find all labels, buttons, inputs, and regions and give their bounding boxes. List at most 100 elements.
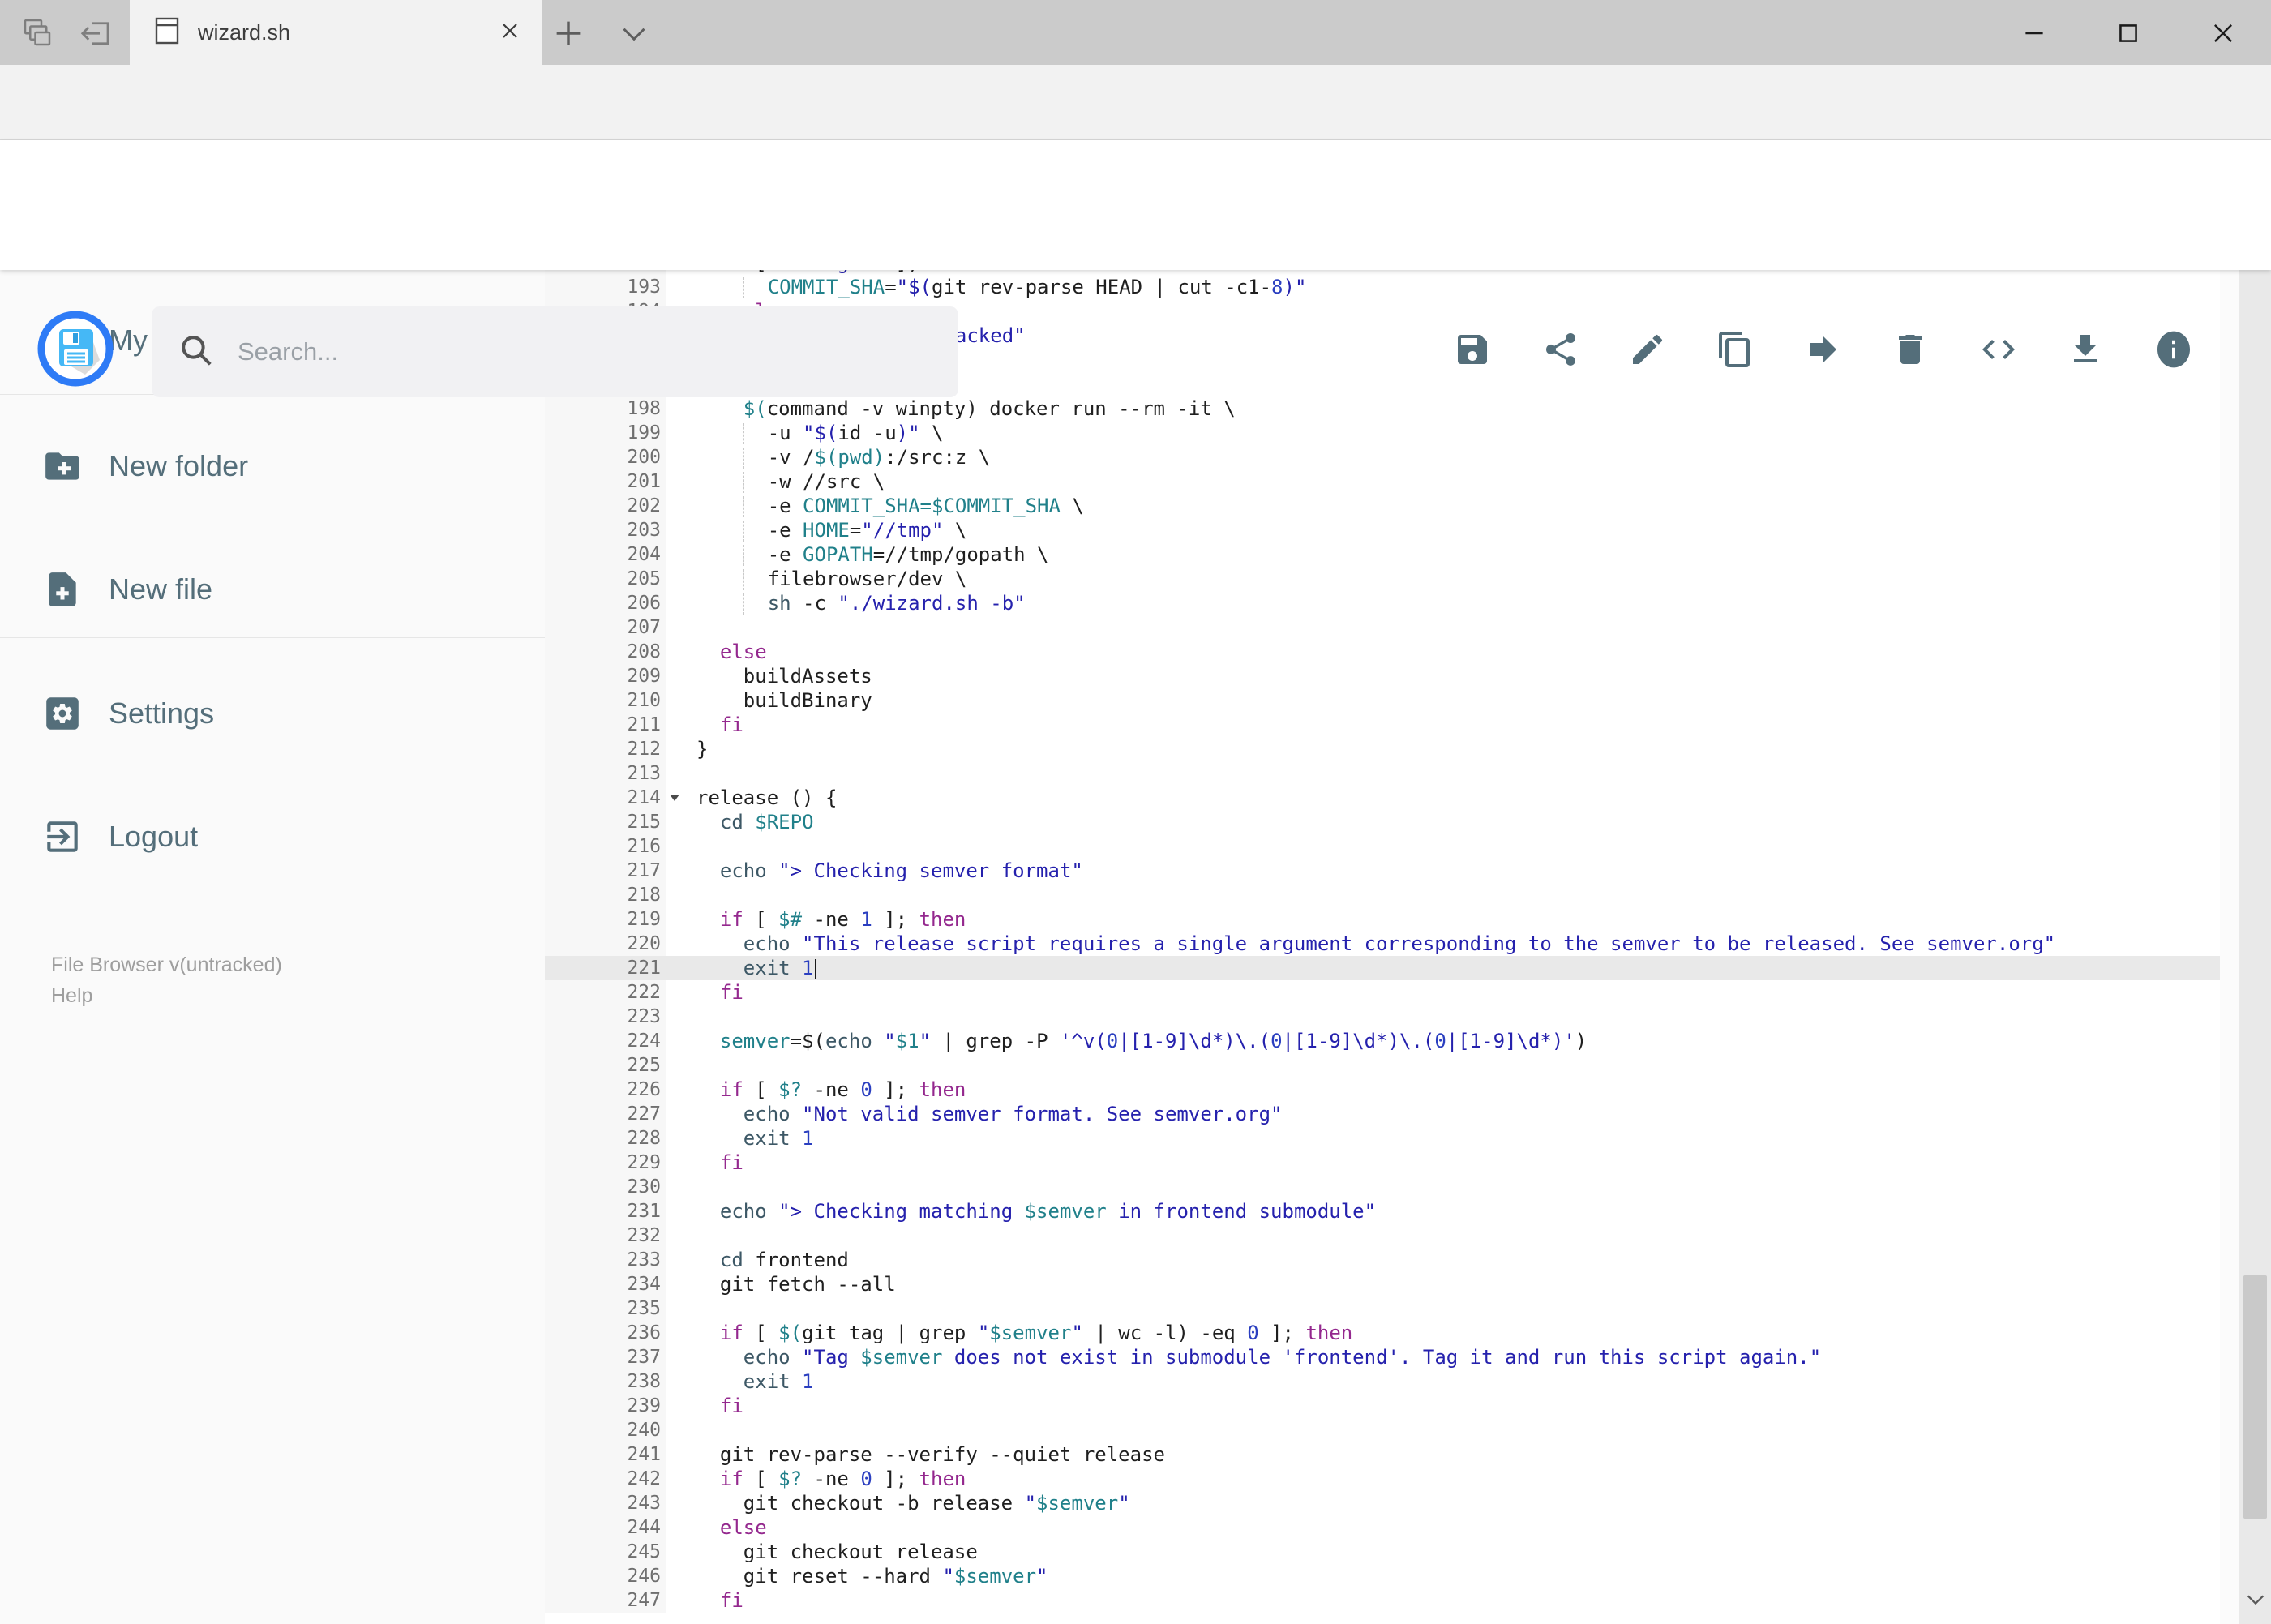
line-number: 219 (545, 907, 666, 932)
sidebar-item-new-file[interactable]: New file (0, 555, 545, 623)
sidebar-item-logout[interactable]: Logout (0, 803, 545, 871)
code-text: echo "Not valid semver format. See semve… (743, 1103, 1283, 1125)
code-line[interactable]: 223 (545, 1005, 2220, 1029)
code-line[interactable]: 208 else (545, 640, 2220, 664)
set-tabs-aside-icon[interactable] (79, 16, 112, 49)
code-line[interactable]: 229 fi (545, 1151, 2220, 1175)
code-line[interactable]: 231 echo "> Checking matching $semver in… (545, 1199, 2220, 1223)
code-line[interactable]: 221 exit 1 (545, 956, 2220, 980)
code-line[interactable]: 217 echo "> Checking semver format" (545, 859, 2220, 883)
code-line[interactable]: 213 (545, 761, 2220, 786)
code-line[interactable]: 238 exit 1 (545, 1369, 2220, 1394)
move-button[interactable] (1804, 330, 1843, 369)
code-line[interactable]: 207 (545, 615, 2220, 640)
edit-button[interactable] (1628, 330, 1667, 369)
window-minimize-button[interactable] (2006, 15, 2063, 52)
code-line[interactable]: 198 $(command -v winpty) docker run --rm… (545, 396, 2220, 421)
filebrowser-logo[interactable] (36, 310, 114, 388)
code-line[interactable]: 227 echo "Not valid semver format. See s… (545, 1102, 2220, 1126)
code-line[interactable]: 235 (545, 1296, 2220, 1321)
code-line[interactable]: 245 git checkout release (545, 1540, 2220, 1564)
code-line[interactable]: 247 fi (545, 1588, 2220, 1613)
code-text: else (719, 641, 767, 663)
code-view-button[interactable] (1979, 330, 2018, 369)
code-line[interactable]: 220 echo "This release script requires a… (545, 932, 2220, 956)
line-number: 247 (545, 1588, 666, 1613)
tab-list-chevron-icon[interactable] (618, 19, 650, 49)
editor-right-gutter (2220, 270, 2239, 1624)
delete-button[interactable] (1891, 330, 1930, 369)
tab-preview-icon[interactable] (21, 16, 54, 49)
line-number: 213 (545, 761, 666, 786)
code-line[interactable]: 200 -v /$(pwd):/src:z \ (545, 445, 2220, 469)
download-button[interactable] (2066, 330, 2105, 369)
code-text: if [ $(git tag | grep "$semver" | wc -l)… (719, 1322, 1353, 1344)
vertical-scrollbar[interactable] (2239, 140, 2271, 1624)
code-line[interactable]: 218 (545, 883, 2220, 907)
share-file-button[interactable] (1541, 330, 1580, 369)
code-line[interactable]: 246 git reset --hard "$semver" (545, 1564, 2220, 1588)
code-line[interactable]: 206 sh -c "./wizard.sh -b" (545, 591, 2220, 615)
save-button[interactable] (1453, 330, 1492, 369)
line-number: 202 (545, 494, 666, 518)
code-line[interactable]: 243 git checkout -b release "$semver" (545, 1491, 2220, 1515)
code-text: -e HOME="//tmp" \ (743, 519, 967, 542)
code-line[interactable]: 215 cd $REPO (545, 810, 2220, 834)
code-line[interactable]: 230 (545, 1175, 2220, 1199)
browser-tab[interactable]: wizard.sh (130, 0, 542, 65)
tab-close-icon[interactable] (499, 20, 521, 45)
code-line[interactable]: 225 (545, 1053, 2220, 1078)
code-line[interactable]: 222 fi (545, 980, 2220, 1005)
code-line[interactable]: 241 git rev-parse --verify --quiet relea… (545, 1442, 2220, 1467)
code-line[interactable]: 242 if [ $? -ne 0 ]; then (545, 1467, 2220, 1491)
code-line[interactable]: 216 (545, 834, 2220, 859)
code-line[interactable]: 203 -e HOME="//tmp" \ (545, 518, 2220, 542)
code-line[interactable]: 224 semver=$(echo "$1" | grep -P '^v(0|[… (545, 1029, 2220, 1053)
line-number: 245 (545, 1540, 666, 1564)
code-line[interactable]: 204 -e GOPATH=//tmp/gopath \ (545, 542, 2220, 567)
line-number: 229 (545, 1151, 666, 1175)
code-line[interactable]: 240 (545, 1418, 2220, 1442)
code-line[interactable]: 226 if [ $? -ne 0 ]; then (545, 1078, 2220, 1102)
code-line[interactable]: 219 if [ $# -ne 1 ]; then (545, 907, 2220, 932)
search-placeholder: Search... (238, 337, 339, 366)
new-tab-button[interactable] (550, 15, 587, 52)
code-text: -u "$(id -u)" \ (743, 422, 944, 444)
code-line[interactable]: 202 -e COMMIT_SHA=$COMMIT_SHA \ (545, 494, 2220, 518)
sidebar-item-label: New folder (109, 449, 249, 482)
code-line[interactable]: 232 (545, 1223, 2220, 1248)
window-maximize-button[interactable] (2100, 15, 2157, 52)
code-line[interactable]: 193 COMMIT_SHA="$(git rev-parse HEAD | c… (545, 275, 2220, 299)
code-editor[interactable]: 192 if [ -d ".git" ]; then193 COMMIT_SHA… (545, 270, 2220, 1624)
code-line[interactable]: 239 fi (545, 1394, 2220, 1418)
code-text: -e COMMIT_SHA=$COMMIT_SHA \ (743, 495, 1084, 517)
code-line[interactable]: 212} (545, 737, 2220, 761)
fold-marker-icon[interactable] (670, 795, 679, 801)
search-input[interactable]: Search... (152, 306, 958, 397)
code-line[interactable]: 199 -u "$(id -u)" \ (545, 421, 2220, 445)
code-line[interactable]: 205 filebrowser/dev \ (545, 567, 2220, 591)
window-close-button[interactable] (2195, 15, 2252, 52)
browser-tab-bar: wizard.sh (0, 0, 2271, 65)
line-number: 232 (545, 1223, 666, 1248)
code-line[interactable]: 209 buildAssets (545, 664, 2220, 688)
code-line[interactable]: 237 echo "Tag $semver does not exist in … (545, 1345, 2220, 1369)
code-line[interactable]: 244 else (545, 1515, 2220, 1540)
sidebar-item-settings[interactable]: Settings (0, 679, 545, 748)
code-line[interactable]: 211 fi (545, 713, 2220, 737)
scroll-down-icon[interactable] (2239, 1575, 2271, 1624)
code-line[interactable]: 234 git fetch --all (545, 1272, 2220, 1296)
code-line[interactable]: 201 -w //src \ (545, 469, 2220, 494)
scrollbar-thumb[interactable] (2243, 1275, 2267, 1519)
logout-icon (47, 821, 78, 852)
code-line[interactable]: 236 if [ $(git tag | grep "$semver" | wc… (545, 1321, 2220, 1345)
code-line[interactable]: 233 cd frontend (545, 1248, 2220, 1272)
code-line[interactable]: 228 exit 1 (545, 1126, 2220, 1151)
help-link[interactable]: Help (51, 980, 282, 1011)
sidebar-item-new-folder[interactable]: New folder (0, 432, 545, 500)
code-line[interactable]: 214 release () { (545, 786, 2220, 810)
info-button[interactable] (2154, 330, 2193, 369)
copy-button[interactable] (1716, 330, 1755, 369)
code-line[interactable]: 210 buildBinary (545, 688, 2220, 713)
